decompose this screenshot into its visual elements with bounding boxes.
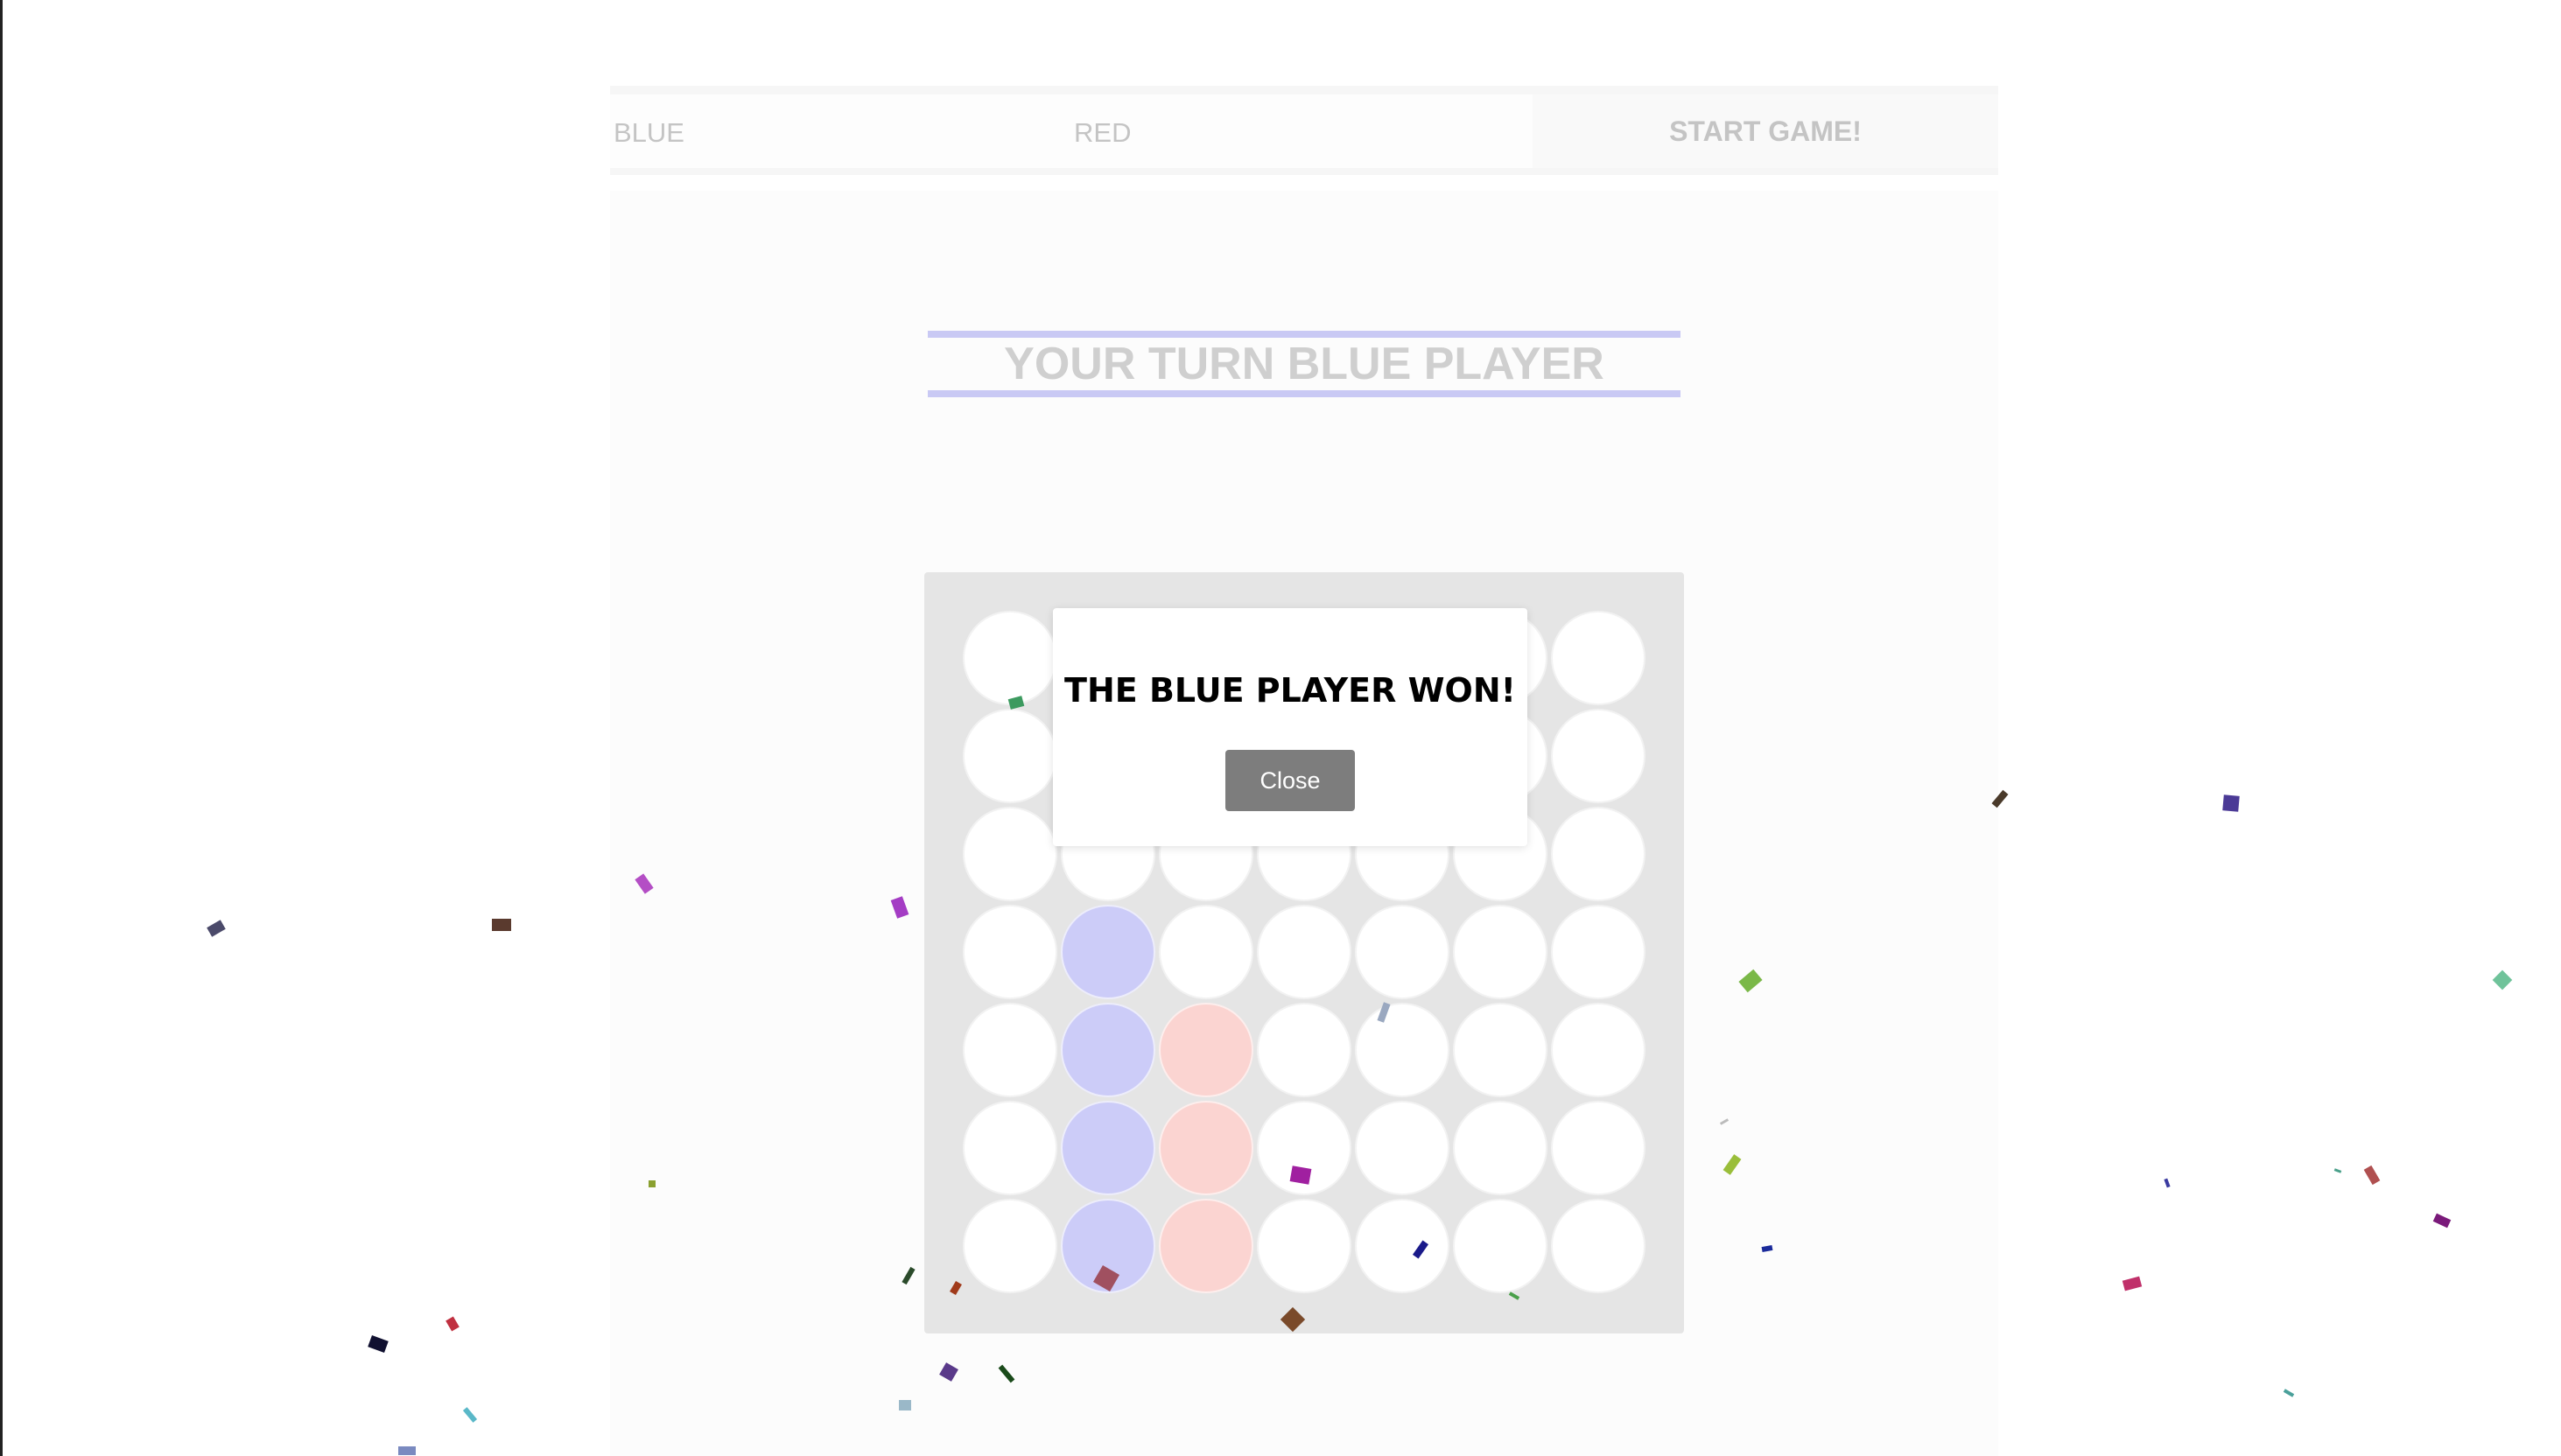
confetti-piece	[2283, 1389, 2295, 1397]
board-cell-red[interactable]	[1159, 1003, 1253, 1097]
confetti-piece	[207, 920, 226, 937]
board-cell-empty[interactable]	[1551, 1101, 1645, 1195]
board-cell-empty[interactable]	[1551, 905, 1645, 999]
board-cell-empty[interactable]	[963, 1199, 1057, 1293]
board-cell-empty[interactable]	[1453, 1003, 1547, 1097]
red-player-name[interactable]: RED	[1074, 117, 1131, 149]
board-cell-empty[interactable]	[1551, 1199, 1645, 1293]
board-cell-empty[interactable]	[1453, 1101, 1547, 1195]
board-cell-empty[interactable]	[963, 1101, 1057, 1195]
board-cell-empty[interactable]	[963, 807, 1057, 901]
winner-modal: THE BLUE PLAYER WON! Close	[1053, 608, 1527, 846]
player-bar: BLUE RED START GAME!	[610, 86, 1998, 175]
game-viewport: BLUE RED START GAME! YOUR TURN BLUE PLAY…	[0, 0, 2561, 1456]
turn-indicator: YOUR TURN BLUE PLAYER	[928, 331, 1680, 397]
board-cell-empty[interactable]	[1355, 905, 1449, 999]
start-game-button[interactable]: START GAME!	[1533, 94, 1998, 168]
confetti-piece	[398, 1446, 416, 1455]
board-cell-empty[interactable]	[1551, 709, 1645, 803]
board-cell-empty[interactable]	[1257, 1199, 1351, 1293]
board-cell-red[interactable]	[1159, 1101, 1253, 1195]
board-cell-empty[interactable]	[1453, 1199, 1547, 1293]
board-cell-empty[interactable]	[963, 1003, 1057, 1097]
board-cell-blue[interactable]	[1061, 1003, 1155, 1097]
confetti-piece	[2122, 1276, 2143, 1292]
board-cell-empty[interactable]	[1257, 1101, 1351, 1195]
board-cell-empty[interactable]	[1257, 1003, 1351, 1097]
board-cell-red[interactable]	[1159, 1199, 1253, 1293]
board-cell-empty[interactable]	[1551, 1003, 1645, 1097]
confetti-piece	[2492, 970, 2513, 990]
board-cell-blue[interactable]	[1061, 1101, 1155, 1195]
board-cell-blue[interactable]	[1061, 1199, 1155, 1293]
board-cell-blue[interactable]	[1061, 905, 1155, 999]
board-cell-empty[interactable]	[1355, 1003, 1449, 1097]
confetti-piece	[462, 1407, 478, 1423]
confetti-piece	[2222, 794, 2240, 812]
turn-text: YOUR TURN BLUE PLAYER	[1004, 339, 1604, 389]
confetti-piece	[2363, 1165, 2381, 1186]
confetti-piece	[2164, 1178, 2171, 1188]
board-cell-empty[interactable]	[1551, 611, 1645, 705]
confetti-piece	[368, 1335, 389, 1353]
close-button[interactable]: Close	[1225, 750, 1355, 811]
board-cell-empty[interactable]	[1159, 905, 1253, 999]
board-cell-empty[interactable]	[963, 905, 1057, 999]
board-cell-empty[interactable]	[1355, 1101, 1449, 1195]
confetti-piece	[446, 1316, 460, 1332]
board-cell-empty[interactable]	[1355, 1199, 1449, 1293]
board-cell-empty[interactable]	[1257, 905, 1351, 999]
board-cell-empty[interactable]	[1453, 905, 1547, 999]
board-cell-empty[interactable]	[963, 709, 1057, 803]
board-cell-empty[interactable]	[1551, 807, 1645, 901]
confetti-piece	[2432, 1213, 2452, 1228]
confetti-piece	[492, 919, 511, 931]
confetti-piece	[2333, 1168, 2342, 1173]
board-cell-empty[interactable]	[963, 611, 1057, 705]
blue-player-name[interactable]: BLUE	[614, 117, 684, 149]
winner-message: THE BLUE PLAYER WON!	[1064, 671, 1516, 710]
